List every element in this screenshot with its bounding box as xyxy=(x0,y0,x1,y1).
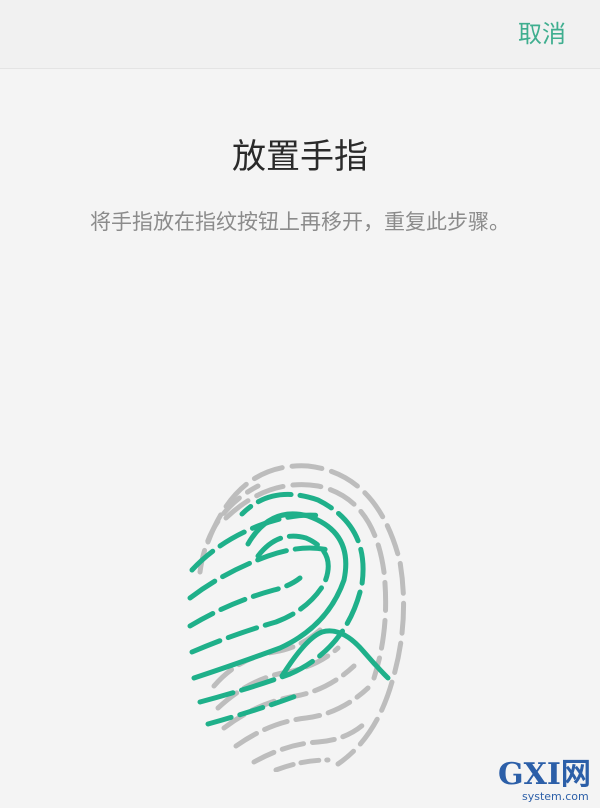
fingerprint-enroll-screen: 取消 放置手指 将手指放在指纹按钮上再移开，重复此步骤。 GXI网 system… xyxy=(0,0,600,808)
watermark-logo: GXI网 system.com xyxy=(498,757,591,803)
instruction-text: 将手指放在指纹按钮上再移开，重复此步骤。 xyxy=(90,210,510,234)
fingerprint-icon xyxy=(187,463,407,772)
cancel-button[interactable]: 取消 xyxy=(518,16,566,52)
page-title: 放置手指 xyxy=(232,137,368,177)
fingerprint-idle-ridges xyxy=(197,463,407,772)
top-bar: 取消 xyxy=(0,0,600,69)
ridge xyxy=(273,757,331,772)
watermark-domain: system.com xyxy=(522,790,589,803)
fingerprint-progress-ridges xyxy=(187,492,391,727)
watermark-brand: GXI网 xyxy=(498,757,591,792)
ridge xyxy=(205,693,299,727)
